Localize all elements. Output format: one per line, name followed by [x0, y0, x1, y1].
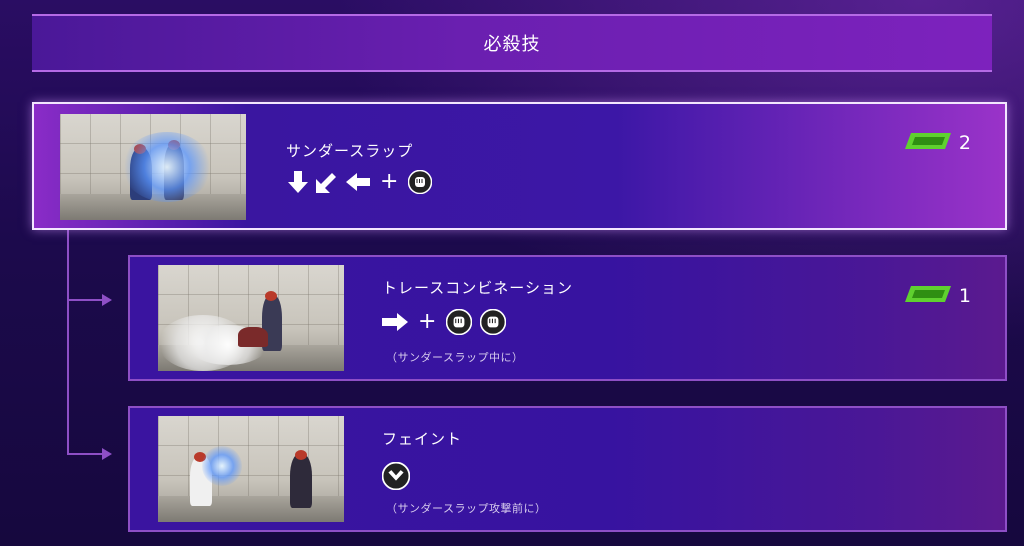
move-command: [382, 462, 410, 490]
drive-gauge-cost: 1: [904, 285, 971, 307]
move-preview-image: [158, 265, 344, 371]
arrow-down-left-icon: [316, 171, 338, 193]
move-command: +: [382, 309, 507, 335]
tree-connector-branch-1: [67, 299, 103, 301]
move-command: +: [288, 169, 433, 194]
drive-gauge-icon: [904, 133, 951, 153]
punch-button-icon: [480, 309, 507, 335]
tree-connector-vertical: [67, 230, 69, 455]
chevron-down-button-icon: [382, 462, 410, 490]
arrow-down-icon: [288, 171, 308, 193]
punch-button-icon: [408, 170, 433, 194]
page-title: 必殺技: [483, 34, 541, 55]
move-name: トレースコンビネーション: [382, 279, 573, 297]
punch-button-icon: [446, 309, 473, 335]
drive-gauge-icon: [904, 286, 951, 306]
plus-icon: +: [380, 169, 399, 194]
move-preview-image: [158, 416, 344, 522]
gauge-count: 2: [958, 132, 971, 154]
move-condition-note: （サンダースラップ攻撃前に）: [386, 502, 547, 515]
move-name: サンダースラップ: [286, 142, 414, 160]
arrow-left-icon: [346, 173, 370, 191]
tree-arrow-2-icon: [102, 448, 112, 460]
tree-connector-branch-2: [67, 453, 103, 455]
tree-arrow-1-icon: [102, 294, 112, 306]
move-name: フェイント: [382, 430, 463, 448]
special-moves-header: 必殺技: [32, 14, 992, 72]
move-condition-note: （サンダースラップ中に）: [386, 351, 524, 364]
arrow-right-icon: [382, 313, 408, 331]
move-card-thunder-slap[interactable]: サンダースラップ + 2: [32, 102, 1007, 230]
move-card-feint[interactable]: フェイント （サンダースラップ攻撃前に）: [128, 406, 1007, 532]
gauge-count: 1: [958, 285, 971, 307]
move-card-trace-combination[interactable]: トレースコンビネーション + （サンダースラップ中に） 1: [128, 255, 1007, 381]
plus-icon: +: [418, 309, 437, 334]
drive-gauge-cost: 2: [904, 132, 971, 154]
move-preview-image: [60, 114, 246, 220]
